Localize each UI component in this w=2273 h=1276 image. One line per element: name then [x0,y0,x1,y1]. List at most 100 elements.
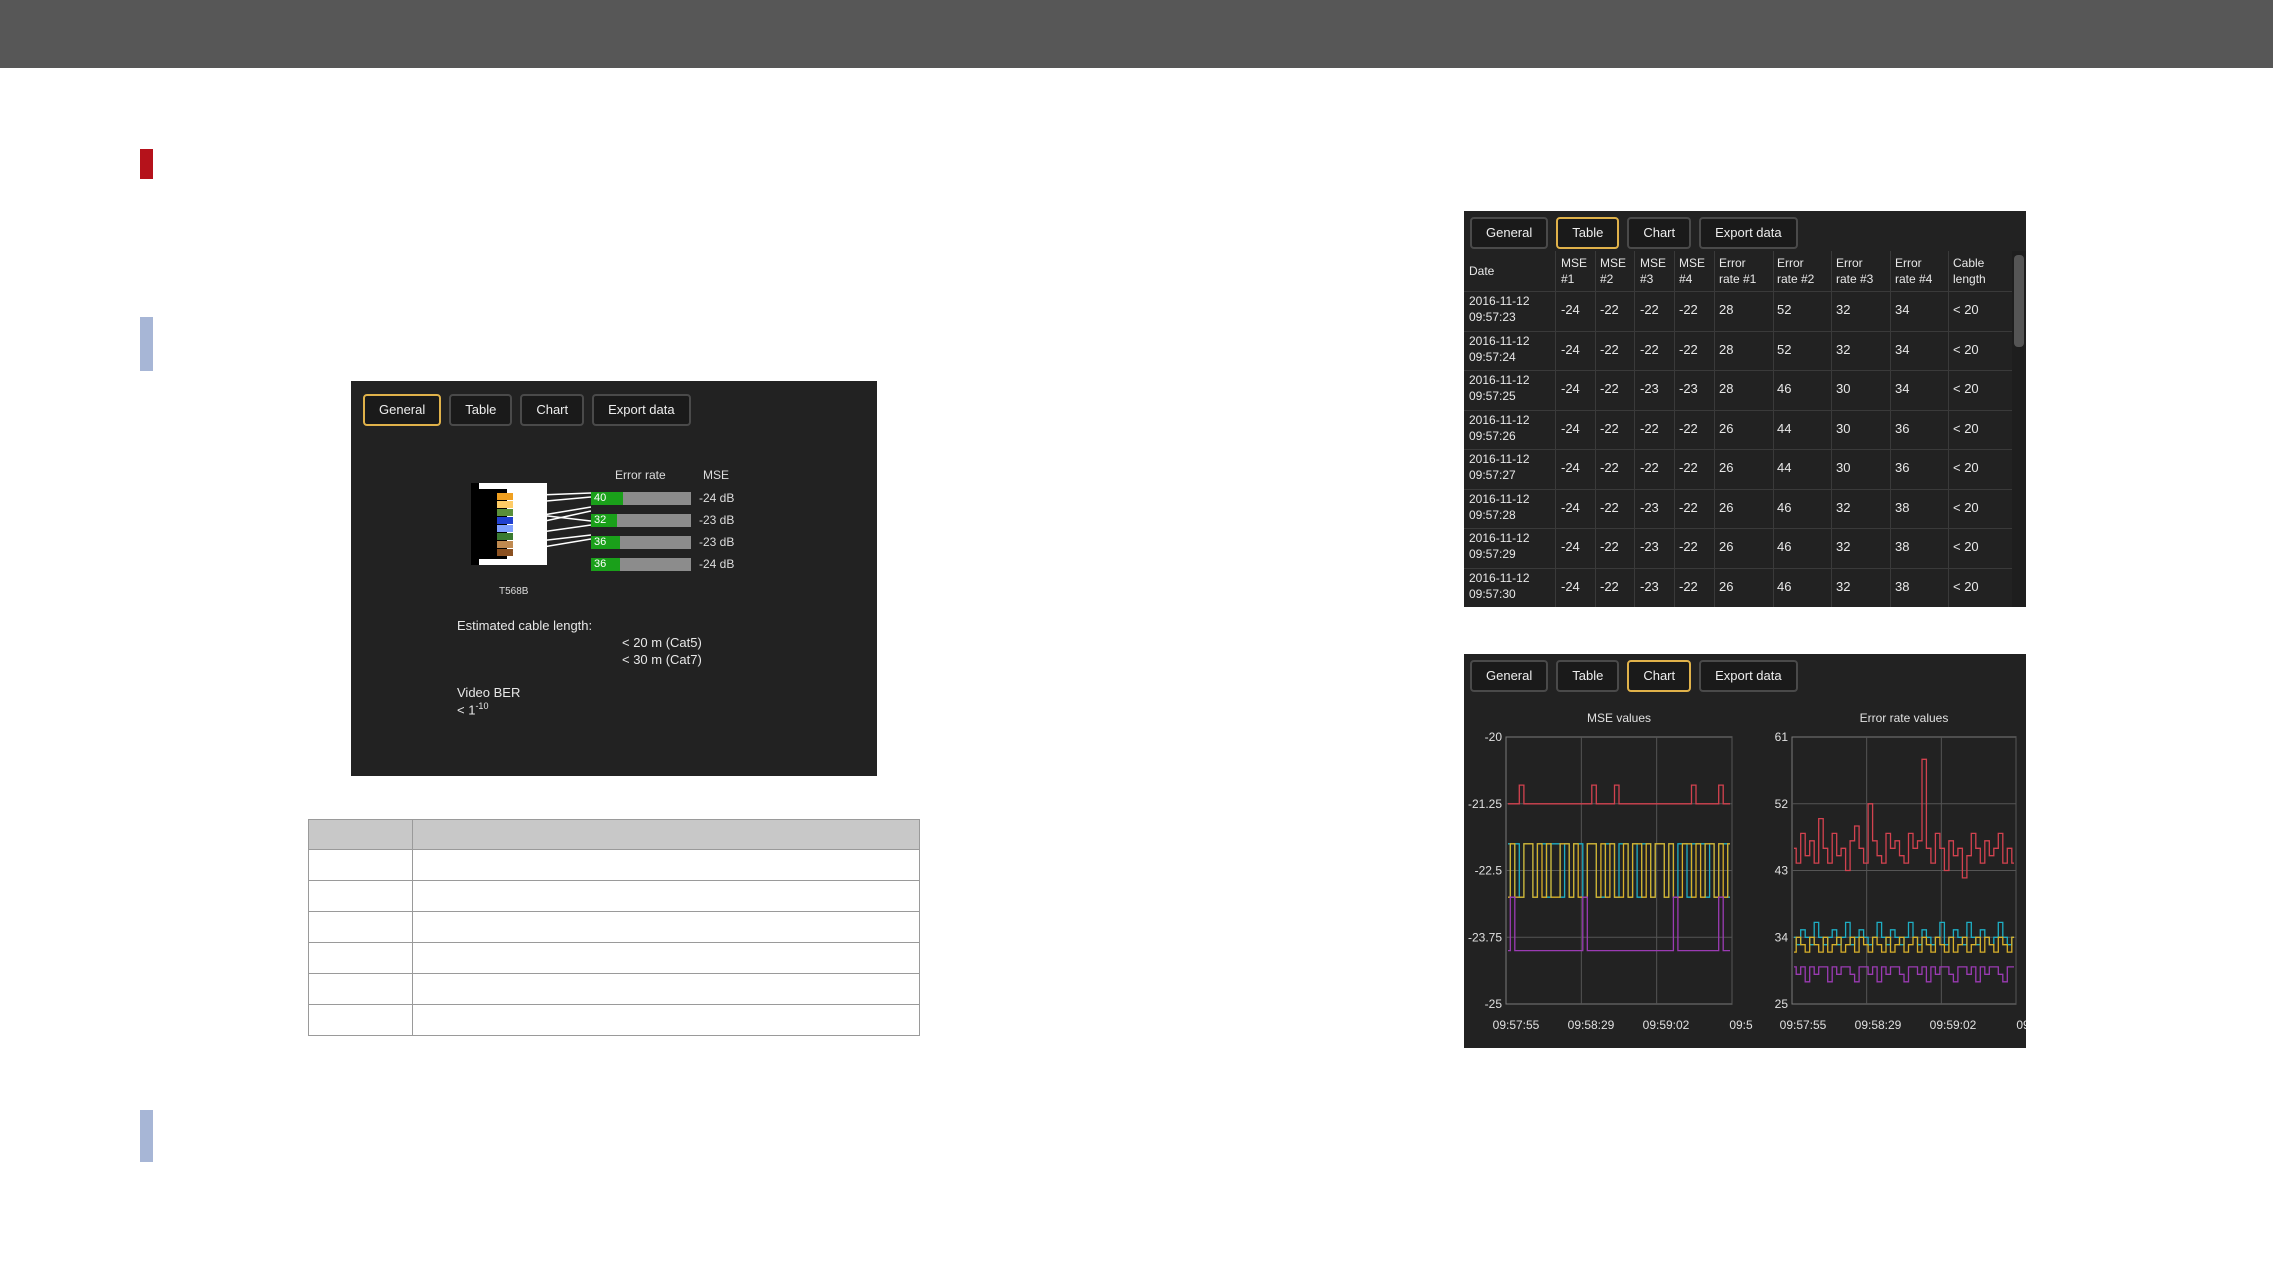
table-cell: 44 [1777,460,1792,475]
x-tick-label: 09:5 [2016,1018,2026,1032]
series-line [1508,896,1730,952]
tab-export-data[interactable]: Export data [1699,660,1798,692]
cable-length-cat7: < 30 m (Cat7) [622,652,702,667]
x-tick-label: 09:57:55 [1493,1018,1540,1032]
row-divider [1464,370,2012,371]
y-tick-label: -21.25 [1468,797,1502,811]
table-cell: < 20 [1953,578,1979,594]
table-cell: -22 [1600,460,1619,475]
row-date-line: 2016-11-12 [1469,412,1530,427]
y-tick-label: 61 [1775,730,1789,744]
tab-general[interactable]: General [363,394,442,426]
table-cell: 26 [1719,499,1734,515]
table-cell: -22 [1679,341,1698,357]
column-header[interactable]: Error rate #4 [1895,255,1932,287]
tab-chart[interactable]: Chart [520,394,585,426]
table-cell: -24 [1561,578,1580,594]
table-cell: 46 [1777,381,1792,396]
table-cell: 34 [1895,341,1910,357]
x-tick-label: 09:59:02 [1643,1018,1690,1032]
column-header[interactable]: Cable length [1953,255,1986,287]
tab-bar: General Table Chart Export data [1470,660,1798,692]
row-date: 2016-11-12 09:57:29 [1469,530,1530,562]
table-cell: -24 [1561,539,1580,554]
table-cell: -22 [1640,460,1659,475]
table-cell: 32 [1836,539,1851,554]
column-divider [1595,251,1596,607]
y-tick-label: 34 [1775,930,1789,944]
table-row [308,911,920,943]
row-date: 2016-11-12 09:57:30 [1469,570,1530,602]
table-row [308,973,920,1005]
description-table [308,819,920,1036]
tab-general[interactable]: General [1470,660,1549,692]
column-header-line: Error [1719,256,1746,270]
cable-length-label: Estimated cable length: [457,618,593,633]
column-header-line: MSE [1640,256,1667,270]
table-cell: < 20 [1953,302,1979,317]
row-date: 2016-11-12 09:57:23 [1469,293,1530,325]
row-date-line: 09:57:29 [1469,547,1516,561]
tab-table[interactable]: Table [1556,217,1620,249]
error-rate-value: 32 [594,514,607,526]
table-header-cell [308,819,413,850]
column-header-line: Error [1836,256,1863,270]
column-header-line: rate #3 [1836,272,1874,286]
column-header[interactable]: MSE #2 [1600,255,1626,287]
row-divider [1464,528,2012,529]
chapter-marker [140,149,153,179]
row-date-line: 2016-11-12 [1469,531,1530,545]
column-header[interactable]: Error rate #3 [1836,255,1873,287]
tab-table[interactable]: Table [449,394,513,426]
table-cell: -22 [1640,420,1659,436]
tab-export-data[interactable]: Export data [592,394,691,426]
table-cell: 38 [1895,578,1910,594]
table-cell: < 20 [1953,539,1979,554]
tab-chart[interactable]: Chart [1627,217,1692,249]
tab-chart[interactable]: Chart [1627,660,1692,692]
table-cell: -22 [1679,420,1698,436]
tab-table[interactable]: Table [1556,660,1620,692]
error-rate-bar: 40 [591,492,691,505]
table-cell: -22 [1640,302,1659,317]
column-header-line: MSE [1561,256,1588,270]
error-rate-header: Error rate [615,468,666,482]
column-header[interactable]: Date [1469,263,1494,279]
table-cell: -24 [1561,420,1580,436]
tab-export-data[interactable]: Export data [1699,217,1798,249]
error-rate-bar: 36 [591,536,691,549]
table-cell: 52 [1777,341,1792,357]
series-line [1508,784,1730,805]
column-divider [1555,251,1556,607]
column-header-line: rate #2 [1777,272,1815,286]
table-cell: 46 [1777,578,1792,594]
column-divider [1634,251,1635,607]
column-header[interactable]: MSE #3 [1640,255,1666,287]
table-cell: -22 [1679,302,1698,317]
table-cell: 36 [1895,460,1910,475]
y-tick-label: -25 [1485,997,1503,1011]
tab-general[interactable]: General [1470,217,1549,249]
chart-panel: MSE values -20 -21.25 -22.5 -23.75 -25 09:57:5… [1464,654,2026,1048]
row-divider [1464,330,2012,332]
column-header[interactable]: Error rate #1 [1719,255,1756,287]
scrollbar-thumb[interactable] [2014,255,2024,347]
column-header[interactable]: MSE #1 [1561,255,1587,287]
row-date-line: 2016-11-12 [1469,333,1530,348]
row-divider [1464,409,2012,411]
y-tick-label: -20 [1485,730,1503,744]
column-divider [1714,251,1715,607]
table-cell: < 20 [1953,420,1979,436]
mse-value: -24 dB [699,557,735,571]
x-tick-label: 09:57:55 [1780,1018,1827,1032]
column-header[interactable]: MSE #4 [1679,255,1705,287]
table-cell: -23 [1640,578,1659,594]
table-cell: 32 [1836,341,1851,357]
table-cell: 36 [1895,420,1910,436]
column-header-line: Date [1469,264,1495,278]
column-header[interactable]: Error rate #2 [1777,255,1814,287]
table-cell: -23 [1640,499,1659,515]
row-date-line: 09:57:27 [1469,468,1516,482]
table-cell: 26 [1719,460,1734,475]
table-cell: -22 [1600,341,1619,357]
